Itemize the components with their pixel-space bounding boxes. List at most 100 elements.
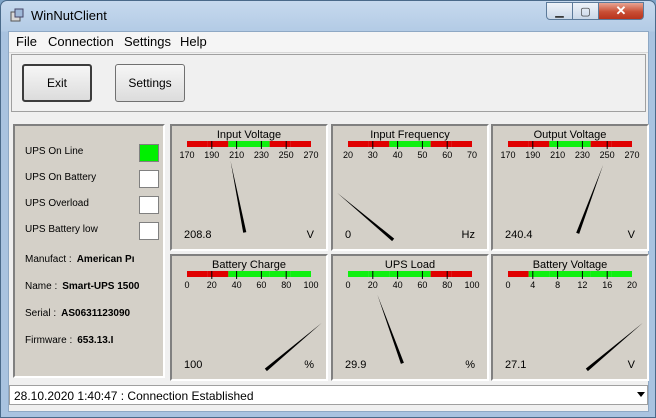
gauge-band-red [187, 271, 208, 277]
gauge-tick-label: 20 [343, 150, 353, 160]
gauge-band-red [207, 141, 229, 147]
gauge-tick-label: 20 [368, 280, 378, 290]
gauge-band-green [249, 271, 270, 277]
gauge-tick-label: 270 [624, 150, 639, 160]
dropdown-arrow-icon[interactable] [637, 392, 645, 397]
gauge-tick-label: 12 [577, 280, 587, 290]
gauge-tick-label: 0 [184, 280, 189, 290]
gauge-band-red [430, 141, 452, 147]
gauge-band-red [269, 141, 291, 147]
gauge-output-voltage: Output Voltage 170 190 210 230 250 270 240.4 V [491, 124, 649, 251]
gauge-tick-label: 8 [555, 280, 560, 290]
indicator-overload-led [139, 196, 159, 214]
client-area: File Connection Settings Help Exit Setti… [8, 31, 649, 412]
gauge-band-green [570, 271, 591, 277]
info-manufacturer: Manufact : American Pı [25, 254, 135, 265]
app-icon [10, 8, 24, 22]
gauge-tick-label: 0 [505, 280, 510, 290]
title-bar[interactable]: WinNutClient ▁ ▢ ✕ [1, 1, 655, 31]
gauge-tick-label: 50 [417, 150, 427, 160]
close-icon: ✕ [615, 3, 627, 18]
gauge-value: 27.1 [505, 359, 526, 371]
settings-button[interactable]: Settings [115, 64, 185, 102]
info-manufacturer-value: American Pı [76, 254, 135, 265]
close-button[interactable]: ✕ [598, 2, 644, 20]
gauge-band-red [430, 271, 452, 277]
gauge-unit: V [628, 359, 636, 371]
gauge-title: Battery Voltage [533, 259, 608, 271]
gauge-unit: % [304, 359, 314, 371]
gauge-value: 240.4 [505, 229, 533, 241]
gauge-band-red [528, 141, 550, 147]
gauge-tick-label: 80 [442, 280, 452, 290]
gauge-band-green [570, 141, 591, 147]
gauge-band-red [348, 141, 369, 147]
indicator-battery-low-led [139, 222, 159, 240]
gauge-band-green [410, 141, 431, 147]
menu-connection[interactable]: Connection [48, 34, 114, 49]
info-name-value: Smart-UPS 1500 [62, 281, 140, 292]
info-firmware-value: 653.13.I [77, 335, 114, 346]
gauge-band-green [228, 271, 249, 277]
gauge-dial: Battery Voltage 0 4 8 12 16 20 27.1 V [505, 259, 643, 372]
gauge-tick-label: 210 [229, 150, 244, 160]
minimize-button[interactable]: ▁ [546, 2, 573, 20]
maximize-icon: ▢ [580, 5, 591, 18]
gauge-title: Output Voltage [534, 129, 607, 141]
gauge-input-frequency: Input Frequency 20 30 40 50 60 70 0 Hz [331, 124, 489, 251]
gauge-dial: Input Frequency 20 30 40 50 60 70 0 Hz [337, 129, 477, 242]
gauge-title: Battery Charge [212, 259, 286, 271]
gauge-band-red [207, 271, 229, 277]
maximize-button[interactable]: ▢ [572, 2, 599, 20]
menu-help[interactable]: Help [180, 34, 207, 49]
gauge-band-red [290, 141, 311, 147]
menu-file[interactable]: File [16, 34, 37, 49]
gauge-value: 208.8 [184, 229, 212, 241]
gauge-tick-label: 40 [393, 280, 403, 290]
gauge-band-green [249, 141, 270, 147]
indicator-on-battery-led [139, 170, 159, 188]
gauge-tick-label: 60 [256, 280, 266, 290]
gauge-band-red [611, 141, 632, 147]
info-serial-value: AS0631123090 [61, 308, 131, 319]
gauge-tick-label: 80 [281, 280, 291, 290]
gauge-needle [230, 160, 247, 233]
gauge-band-green [269, 271, 291, 277]
gauge-band-green [410, 271, 431, 277]
gauge-band-green [389, 271, 410, 277]
gauge-tick-label: 4 [530, 280, 535, 290]
gauge-band-green [611, 271, 632, 277]
indicator-label-overload: UPS Overload [25, 198, 89, 209]
gauge-tick-label: 20 [207, 280, 217, 290]
gauge-band-green [228, 141, 249, 147]
gauge-dial: Input Voltage 170 190 210 230 250 270 208.8 V [179, 129, 318, 241]
gauge-tick-label: 40 [393, 150, 403, 160]
gauge-tick-label: 170 [179, 150, 194, 160]
indicator-label-on-battery: UPS On Battery [25, 172, 97, 183]
info-name: Name : Smart-UPS 1500 [25, 281, 140, 292]
menu-bar: File Connection Settings Help [9, 32, 648, 53]
toolbar: Exit Settings [11, 54, 646, 112]
gauge-value: 0 [345, 229, 351, 241]
gauge-unit: % [465, 359, 475, 371]
gauge-tick-label: 0 [345, 280, 350, 290]
menu-settings[interactable]: Settings [124, 34, 171, 49]
gauge-band-green [549, 271, 570, 277]
gauge-tick-label: 230 [254, 150, 269, 160]
gauge-tick-label: 60 [442, 150, 452, 160]
gauge-band-green [389, 141, 410, 147]
gauge-tick-label: 60 [417, 280, 427, 290]
gauge-value: 29.9 [345, 359, 366, 371]
indicator-online-led [139, 144, 159, 162]
gauge-tick-label: 30 [368, 150, 378, 160]
gauge-tick-label: 270 [303, 150, 318, 160]
gauge-band-red [187, 141, 208, 147]
exit-button[interactable]: Exit [22, 64, 92, 102]
gauge-title: Input Voltage [217, 129, 281, 141]
gauge-band-green [348, 271, 369, 277]
status-bar-combo[interactable]: 28.10.2020 1:40:47 : Connection Establis… [9, 385, 648, 405]
gauge-ups-load: UPS Load 0 20 40 60 80 100 29.9% [331, 254, 489, 381]
gauge-tick-label: 16 [602, 280, 612, 290]
gauge-band-green [549, 141, 570, 147]
gauge-tick-label: 250 [279, 150, 294, 160]
